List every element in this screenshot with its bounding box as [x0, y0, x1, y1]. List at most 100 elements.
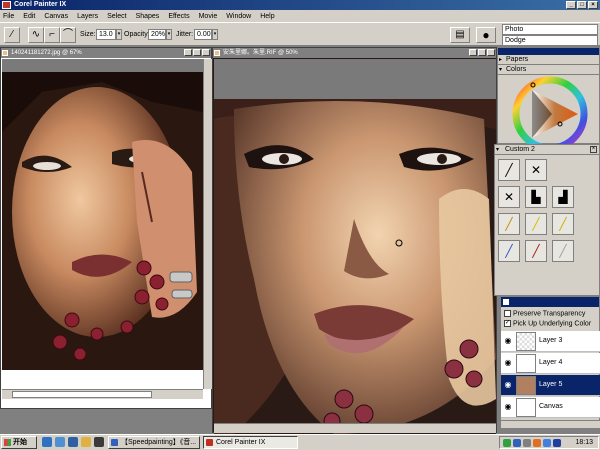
menu-movie[interactable]: Movie [198, 13, 219, 20]
pencil-icon[interactable]: ╱ [498, 240, 520, 262]
maximize-button[interactable]: □ [577, 1, 587, 9]
pick-up-underlying-color-option[interactable]: ✓ Pick Up Underlying Color [504, 320, 591, 327]
close-icon[interactable]: × [590, 146, 597, 153]
expand-triangle-icon[interactable]: ▾ [499, 65, 502, 75]
scrollbar-thumb[interactable] [12, 391, 152, 398]
close-button[interactable]: × [588, 1, 598, 9]
tray-icon[interactable] [543, 439, 551, 447]
layers-menu-icon[interactable] [503, 299, 509, 305]
clock[interactable]: 18:13 [575, 439, 593, 446]
eye-icon[interactable]: ◉ [503, 380, 513, 390]
brush-category-icon[interactable]: ▤ [450, 27, 470, 43]
pencil-icon[interactable]: ╱ [498, 159, 520, 181]
brush-tool-icon[interactable]: ⁄ [4, 27, 20, 43]
colors-panel-header[interactable]: ▾ Colors [498, 65, 599, 75]
maximize-button[interactable] [193, 49, 201, 56]
stamp-icon[interactable]: ▟ [552, 186, 574, 208]
folder-icon[interactable] [81, 437, 91, 447]
stroke-type-icon[interactable]: ⌒ [60, 27, 76, 43]
pick-up-underlying-color-checkbox[interactable]: ✓ [504, 320, 511, 327]
media-icon[interactable] [94, 437, 104, 447]
size-label: Size: [80, 31, 96, 38]
opacity-spinner[interactable]: ▾ [166, 29, 172, 40]
tray-icon[interactable] [503, 439, 511, 447]
minimize-button[interactable]: _ [566, 1, 576, 9]
brush-dab-icon[interactable]: ● [476, 27, 496, 43]
menu-canvas[interactable]: Canvas [43, 13, 69, 20]
marker-icon[interactable]: ╱ [525, 213, 547, 235]
menu-select[interactable]: Select [106, 13, 127, 20]
tray-icon[interactable] [523, 439, 531, 447]
reference-document-window[interactable]: 140241181272.jpg @ 67% [0, 47, 213, 409]
stroke-type-icon[interactable]: ∿ [28, 27, 44, 43]
app-title-bar: Corel Painter IX _ □ × [0, 0, 600, 10]
stroke-type-icon[interactable]: ⌐ [44, 27, 60, 43]
painting-canvas[interactable] [214, 59, 496, 447]
app-icon [2, 1, 11, 9]
variants-panel-header[interactable]: ▾ Custom 2 × [495, 145, 599, 155]
horizontal-scrollbar[interactable] [2, 389, 203, 399]
outlook-icon[interactable] [55, 437, 65, 447]
maximize-button[interactable] [478, 49, 486, 56]
preserve-transparency-option[interactable]: Preserve Transparency [504, 310, 585, 317]
panel-grip[interactable] [498, 48, 599, 55]
eraser-icon[interactable]: ✕ [525, 159, 547, 181]
tray-icon[interactable] [533, 439, 541, 447]
airbrush-icon[interactable]: ✕ [498, 186, 520, 208]
expand-triangle-icon[interactable]: ▾ [496, 145, 499, 155]
layer-row-selected[interactable]: ◉ Layer 5 [501, 375, 600, 396]
browser-icon [111, 439, 118, 446]
start-button[interactable]: 开始 [1, 436, 37, 449]
close-button[interactable] [487, 49, 495, 56]
close-button[interactable] [202, 49, 210, 56]
minimize-button[interactable] [469, 49, 477, 56]
desktop-icon[interactable] [68, 437, 78, 447]
canvas-document-title: 安朱里娜。朱里.RIF @ 50% [223, 50, 298, 56]
canvas-document-title-bar[interactable]: 安朱里娜。朱里.RIF @ 50% [213, 48, 496, 58]
reference-photo[interactable] [2, 72, 203, 370]
ie-icon[interactable] [42, 437, 52, 447]
menu-window[interactable]: Window [225, 13, 252, 20]
horizontal-scrollbar[interactable] [214, 423, 496, 433]
menu-file[interactable]: File [2, 13, 15, 20]
preserve-transparency-checkbox[interactable] [504, 310, 511, 317]
menu-help[interactable]: Help [259, 13, 275, 20]
jitter-spinner[interactable]: ▾ [212, 29, 218, 40]
minimize-button[interactable] [184, 49, 192, 56]
marker-icon[interactable]: ╱ [552, 213, 574, 235]
menu-shapes[interactable]: Shapes [135, 13, 161, 20]
tray-icon[interactable] [513, 439, 521, 447]
brush-category-select[interactable]: Photo [502, 24, 598, 35]
layers-panel-header[interactable] [501, 297, 599, 307]
papers-panel-header[interactable]: ▸ Papers [498, 55, 599, 65]
papers-label: Papers [506, 56, 529, 63]
jitter-input[interactable]: 0.00 [194, 29, 212, 40]
menu-layers[interactable]: Layers [76, 13, 99, 20]
layer-row[interactable]: ◉ Layer 4 [501, 353, 600, 374]
eye-icon[interactable]: ◉ [503, 358, 513, 368]
brush-variant-select[interactable]: Dodge [502, 35, 598, 46]
menu-edit[interactable]: Edit [22, 13, 36, 20]
eye-icon[interactable]: ◉ [503, 336, 513, 346]
taskbar-button-painter[interactable]: Corel Painter IX [203, 436, 298, 449]
brush-icon[interactable]: ╱ [552, 240, 574, 262]
stamp-icon[interactable]: ▙ [525, 186, 547, 208]
pen-icon[interactable]: ╱ [498, 213, 520, 235]
size-spinner[interactable]: ▾ [116, 29, 122, 40]
menu-effects[interactable]: Effects [167, 13, 190, 20]
layer-row[interactable]: ◉ Canvas [501, 397, 600, 418]
layer-name: Layer 4 [539, 359, 563, 366]
brush-icon[interactable]: ╱ [525, 240, 547, 262]
taskbar-button-speedpainting[interactable]: 【Speedpainting】《音... [108, 436, 200, 449]
reference-document-title-bar[interactable]: 140241181272.jpg @ 67% [1, 48, 211, 58]
opacity-input[interactable]: 20% [148, 29, 166, 40]
painting-image [214, 59, 496, 434]
size-input[interactable]: 13.0 [96, 29, 116, 40]
color-wheel[interactable] [512, 76, 588, 144]
reference-canvas-margin [2, 59, 203, 72]
canvas-document-window[interactable]: 安朱里娜。朱里.RIF @ 50% [212, 47, 497, 447]
layer-row[interactable]: ◉ Layer 3 [501, 331, 600, 352]
tray-icon[interactable] [553, 439, 561, 447]
eye-icon[interactable]: ◉ [503, 402, 513, 412]
collapse-triangle-icon[interactable]: ▸ [499, 55, 502, 65]
